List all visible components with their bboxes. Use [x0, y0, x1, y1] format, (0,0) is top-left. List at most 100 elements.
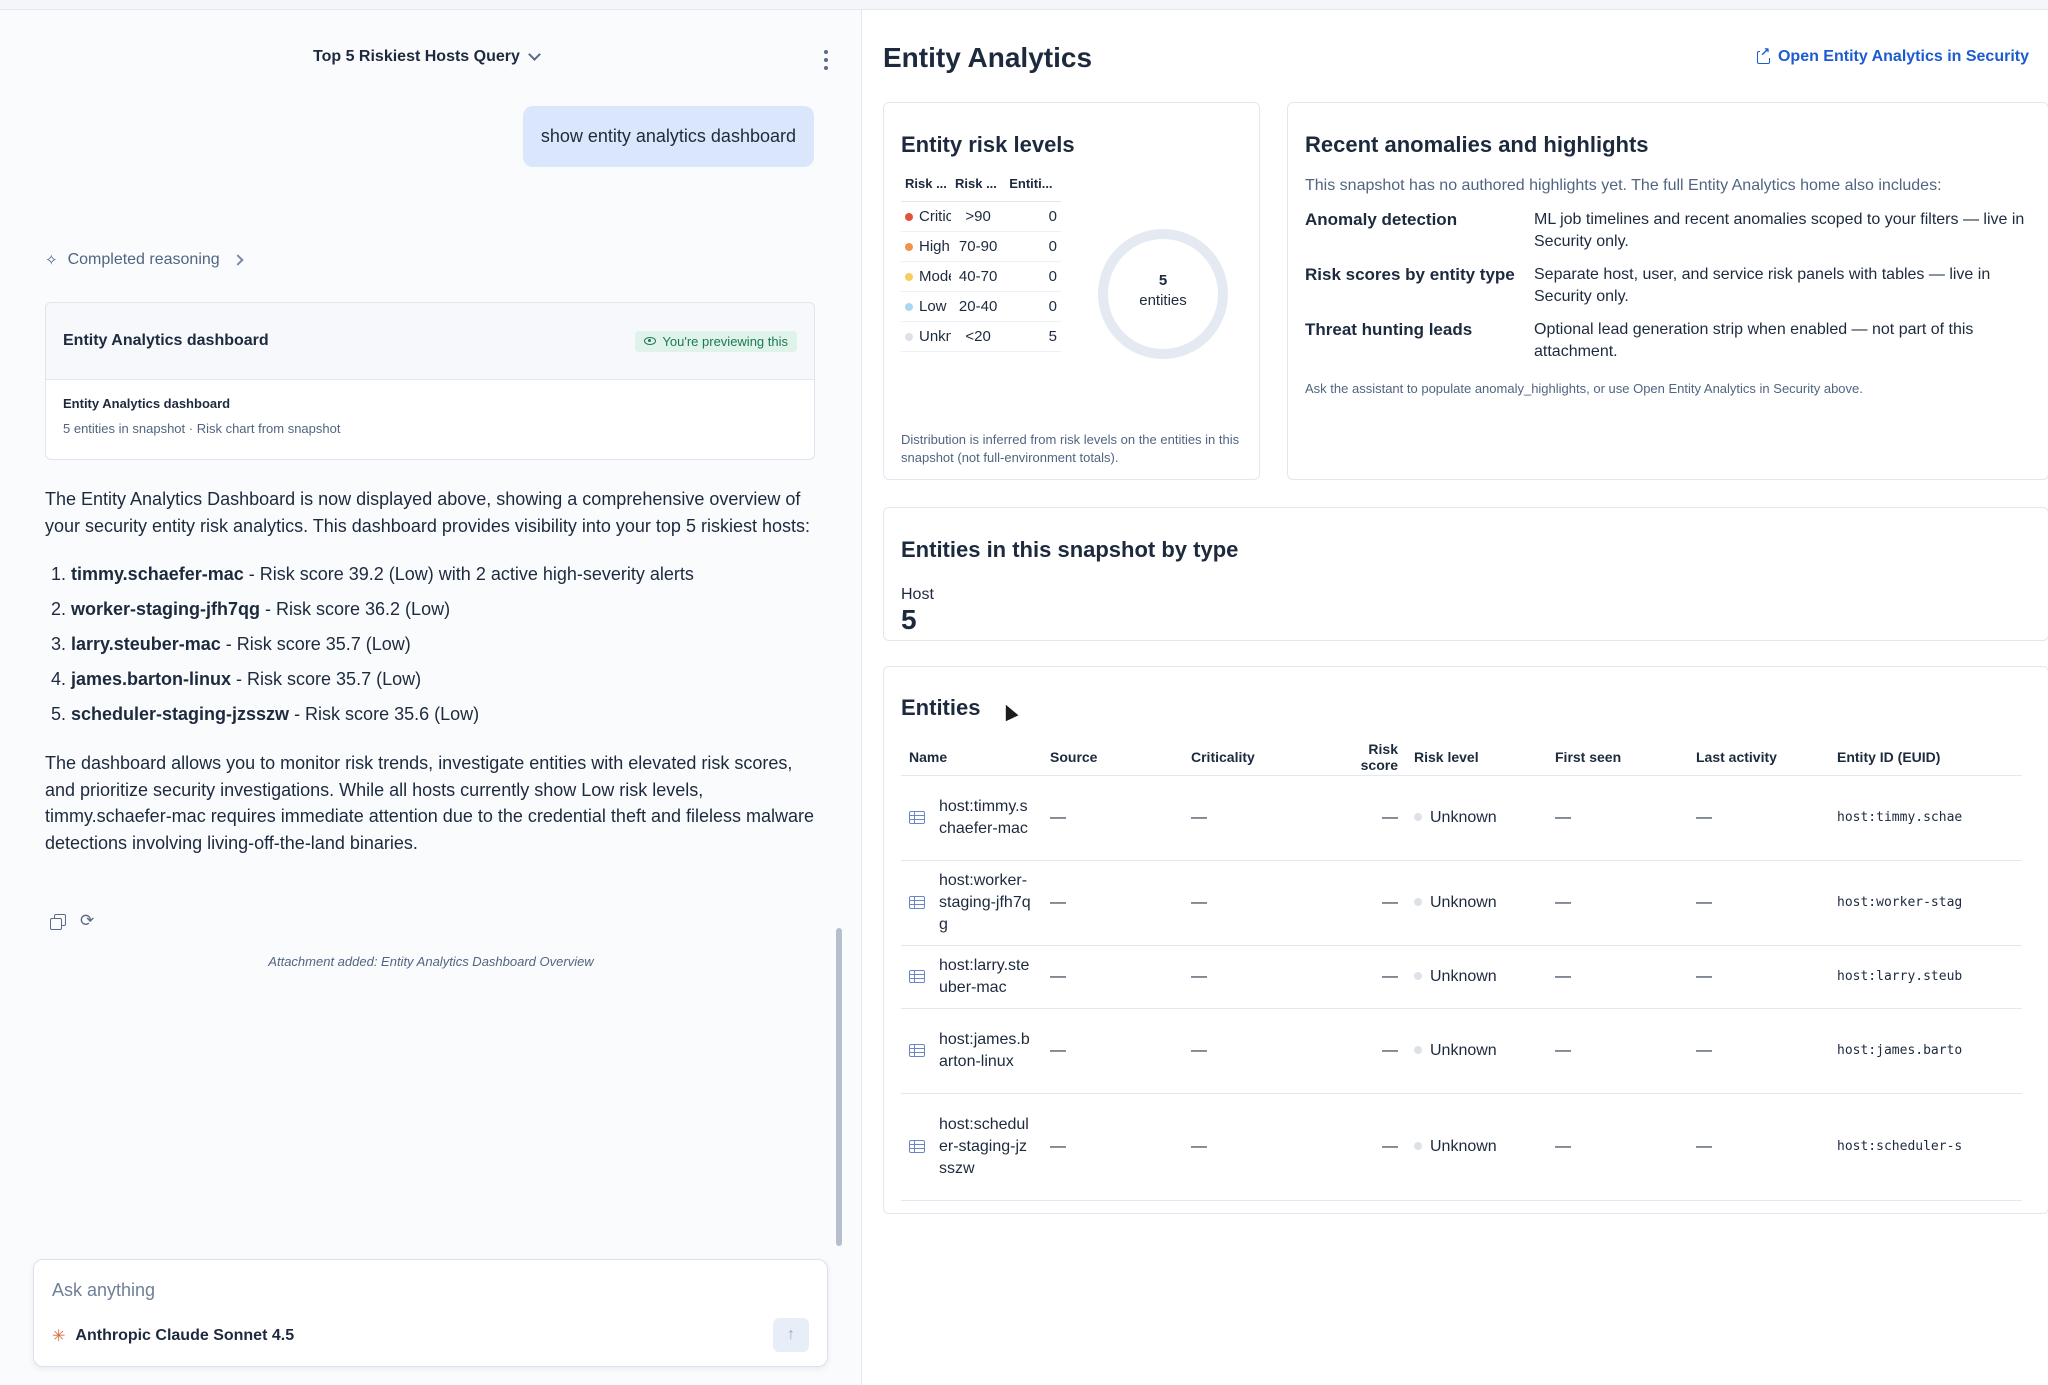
donut-unit: entities — [1139, 292, 1187, 309]
highlight-item: Anomaly detection ML job timelines and r… — [1305, 210, 2025, 250]
table-row[interactable]: host:scheduler-staging-jzsszw — — — Unkn… — [901, 1093, 2022, 1201]
send-button[interactable]: ↑ — [773, 1318, 809, 1352]
reasoning-label: Completed reasoning — [67, 251, 220, 268]
donut-value: 5 — [1158, 272, 1168, 289]
donut-center-label: 5 entities — [1096, 271, 1230, 311]
anomalies-footer: Ask the assistant to populate anomaly_hi… — [1305, 381, 1863, 396]
table-row: High 70-90 0 — [901, 231, 1061, 262]
anomalies-intro: This snapshot has no authored highlights… — [1305, 177, 1942, 194]
more-options-icon[interactable] — [823, 50, 829, 70]
assistant-message-intro: The Entity Analytics Dashboard is now di… — [45, 489, 810, 536]
table-icon — [909, 970, 925, 983]
column-header[interactable]: Last activity — [1688, 739, 1829, 776]
risk-color-dot — [905, 242, 913, 251]
risk-levels-title: Entity risk levels — [901, 132, 1075, 157]
table-row[interactable]: host:james.barton-linux — — — Unknown — … — [901, 1008, 2022, 1094]
table-icon — [909, 896, 925, 909]
arrow-up-icon: ↑ — [787, 1326, 795, 1343]
attachment-body-title: Entity Analytics dashboard — [63, 396, 231, 411]
list-item: timmy.schaefer-mac - Risk score 39.2 (Lo… — [71, 557, 821, 592]
risk-levels-table: Risk ... Risk ... Entiti... Critical >90… — [901, 167, 1061, 352]
entities-table: Name Source Criticality Risk score Risk … — [901, 739, 2022, 1201]
column-header[interactable]: Entity ID (EUID) — [1829, 739, 2022, 776]
table-row[interactable]: host:timmy.schaefer-mac — — — Unknown — … — [901, 775, 2022, 861]
conversation-title: Top 5 Riskiest Hosts Query — [313, 48, 520, 65]
chevron-down-icon — [528, 48, 541, 61]
chevron-right-icon — [232, 254, 244, 266]
entity-type-count: 5 — [901, 604, 917, 635]
entities-title: Entities — [901, 695, 981, 720]
column-header[interactable]: Source — [1042, 739, 1183, 776]
table-icon — [909, 811, 925, 824]
list-item: larry.steuber-mac - Risk score 35.7 (Low… — [71, 627, 821, 662]
risk-color-dot — [905, 212, 913, 221]
attachment-card-title: Entity Analytics dashboard — [63, 332, 269, 349]
copy-icon[interactable] — [50, 914, 66, 930]
column-header[interactable]: Risk level — [1406, 739, 1547, 776]
risk-level-dot — [1414, 1142, 1422, 1151]
open-link-label: Open Entity Analytics in Security — [1777, 48, 2029, 65]
risk-color-dot — [905, 302, 913, 311]
top-bar — [0, 0, 2048, 10]
attachment-added-note: Attachment added: Entity Analytics Dashb… — [268, 954, 594, 969]
chat-scrollbar[interactable] — [836, 928, 842, 1246]
column-header[interactable]: First seen — [1547, 739, 1688, 776]
column-header[interactable]: Risk ... — [901, 167, 951, 202]
list-item: scheduler-staging-jzsszw - Risk score 35… — [71, 697, 821, 732]
entity-name[interactable]: host:james.barton-linux — [939, 1029, 1034, 1073]
entity-risk-levels-panel: Entity risk levels Risk ... Risk ... Ent… — [883, 102, 1260, 480]
dashboard-preview: Entity Analytics Open Entity Analytics i… — [863, 10, 2048, 1385]
highlight-item: Threat hunting leads Optional lead gener… — [1305, 320, 1974, 360]
assistant-message: The Entity Analytics Dashboard is now di… — [45, 486, 821, 856]
entities-by-type-panel: Entities in this snapshot by type Host 5 — [883, 507, 2048, 641]
entity-name[interactable]: host:worker-staging-jfh7qg — [939, 870, 1034, 936]
table-row[interactable]: host:larry.steuber-mac — — — Unknown — —… — [901, 945, 2022, 1009]
message-actions: ⟳ — [50, 912, 94, 930]
chat-panel: Top 5 Riskiest Hosts Query show entity a… — [0, 10, 862, 1385]
entity-name[interactable]: host:scheduler-staging-jzsszw — [939, 1114, 1034, 1180]
table-row: Critical >90 0 — [901, 201, 1061, 232]
column-header[interactable]: Risk score — [1324, 739, 1406, 776]
entity-type-label: Host — [901, 586, 934, 603]
list-item: worker-staging-jfh7qg - Risk score 36.2 … — [71, 592, 821, 627]
recent-anomalies-panel: Recent anomalies and highlights This sna… — [1287, 102, 2048, 480]
list-item: james.barton-linux - Risk score 35.7 (Lo… — [71, 662, 821, 697]
conversation-title-dropdown[interactable]: Top 5 Riskiest Hosts Query — [313, 48, 541, 66]
user-message-bubble: show entity analytics dashboard — [522, 106, 814, 167]
column-header[interactable]: Criticality — [1183, 739, 1324, 776]
risk-level-dot — [1414, 1046, 1422, 1055]
sparkle-icon: ✧ — [45, 252, 58, 269]
risk-level-dot — [1414, 813, 1422, 822]
risk-color-dot — [905, 272, 913, 281]
anomalies-title: Recent anomalies and highlights — [1305, 132, 1649, 157]
model-selector[interactable]: ✳ Anthropic Claude Sonnet 4.5 — [52, 1326, 294, 1346]
user-message-text: show entity analytics dashboard — [540, 126, 796, 146]
page-title: Entity Analytics — [883, 42, 1093, 73]
open-entity-analytics-link[interactable]: Open Entity Analytics in Security — [1756, 45, 2029, 66]
previewing-badge: You're previewing this — [635, 330, 797, 352]
column-header[interactable]: Risk ... — [951, 167, 1006, 202]
anthropic-icon: ✳ — [52, 1328, 66, 1345]
model-name: Anthropic Claude Sonnet 4.5 — [75, 1327, 295, 1344]
assistant-message-outro: The dashboard allows you to monitor risk… — [45, 753, 815, 853]
table-row: Low 20-40 0 — [901, 291, 1061, 322]
attachment-card[interactable]: Entity Analytics dashboard You're previe… — [45, 302, 815, 460]
host-list: timmy.schaefer-mac - Risk score 39.2 (Lo… — [45, 557, 821, 732]
table-row[interactable]: host:worker-staging-jfh7qg — — — Unknown… — [901, 860, 2022, 946]
previewing-badge-label: You're previewing this — [662, 333, 788, 349]
risk-level-dot — [1414, 972, 1422, 981]
entity-name[interactable]: host:larry.steuber-mac — [939, 955, 1034, 999]
regenerate-icon[interactable]: ⟳ — [80, 912, 94, 929]
column-header[interactable]: Name — [901, 739, 1042, 776]
entities-panel: Entities Name Source Criticality Risk sc… — [883, 666, 2048, 1214]
attachment-body-subtitle: 5 entities in snapshot · Risk chart from… — [63, 421, 341, 436]
risk-color-dot — [905, 332, 913, 341]
column-header[interactable]: Entiti... — [1005, 167, 1061, 202]
chat-composer[interactable]: Ask anything ✳ Anthropic Claude Sonnet 4… — [33, 1259, 828, 1367]
entity-name[interactable]: host:timmy.schaefer-mac — [939, 796, 1034, 840]
ask-anything-input[interactable]: Ask anything — [52, 1280, 155, 1301]
risk-level-dot — [1414, 898, 1422, 907]
table-icon — [909, 1044, 925, 1057]
attachment-card-header: Entity Analytics dashboard You're previe… — [46, 303, 814, 380]
completed-reasoning-toggle[interactable]: ✧ Completed reasoning — [45, 251, 244, 269]
